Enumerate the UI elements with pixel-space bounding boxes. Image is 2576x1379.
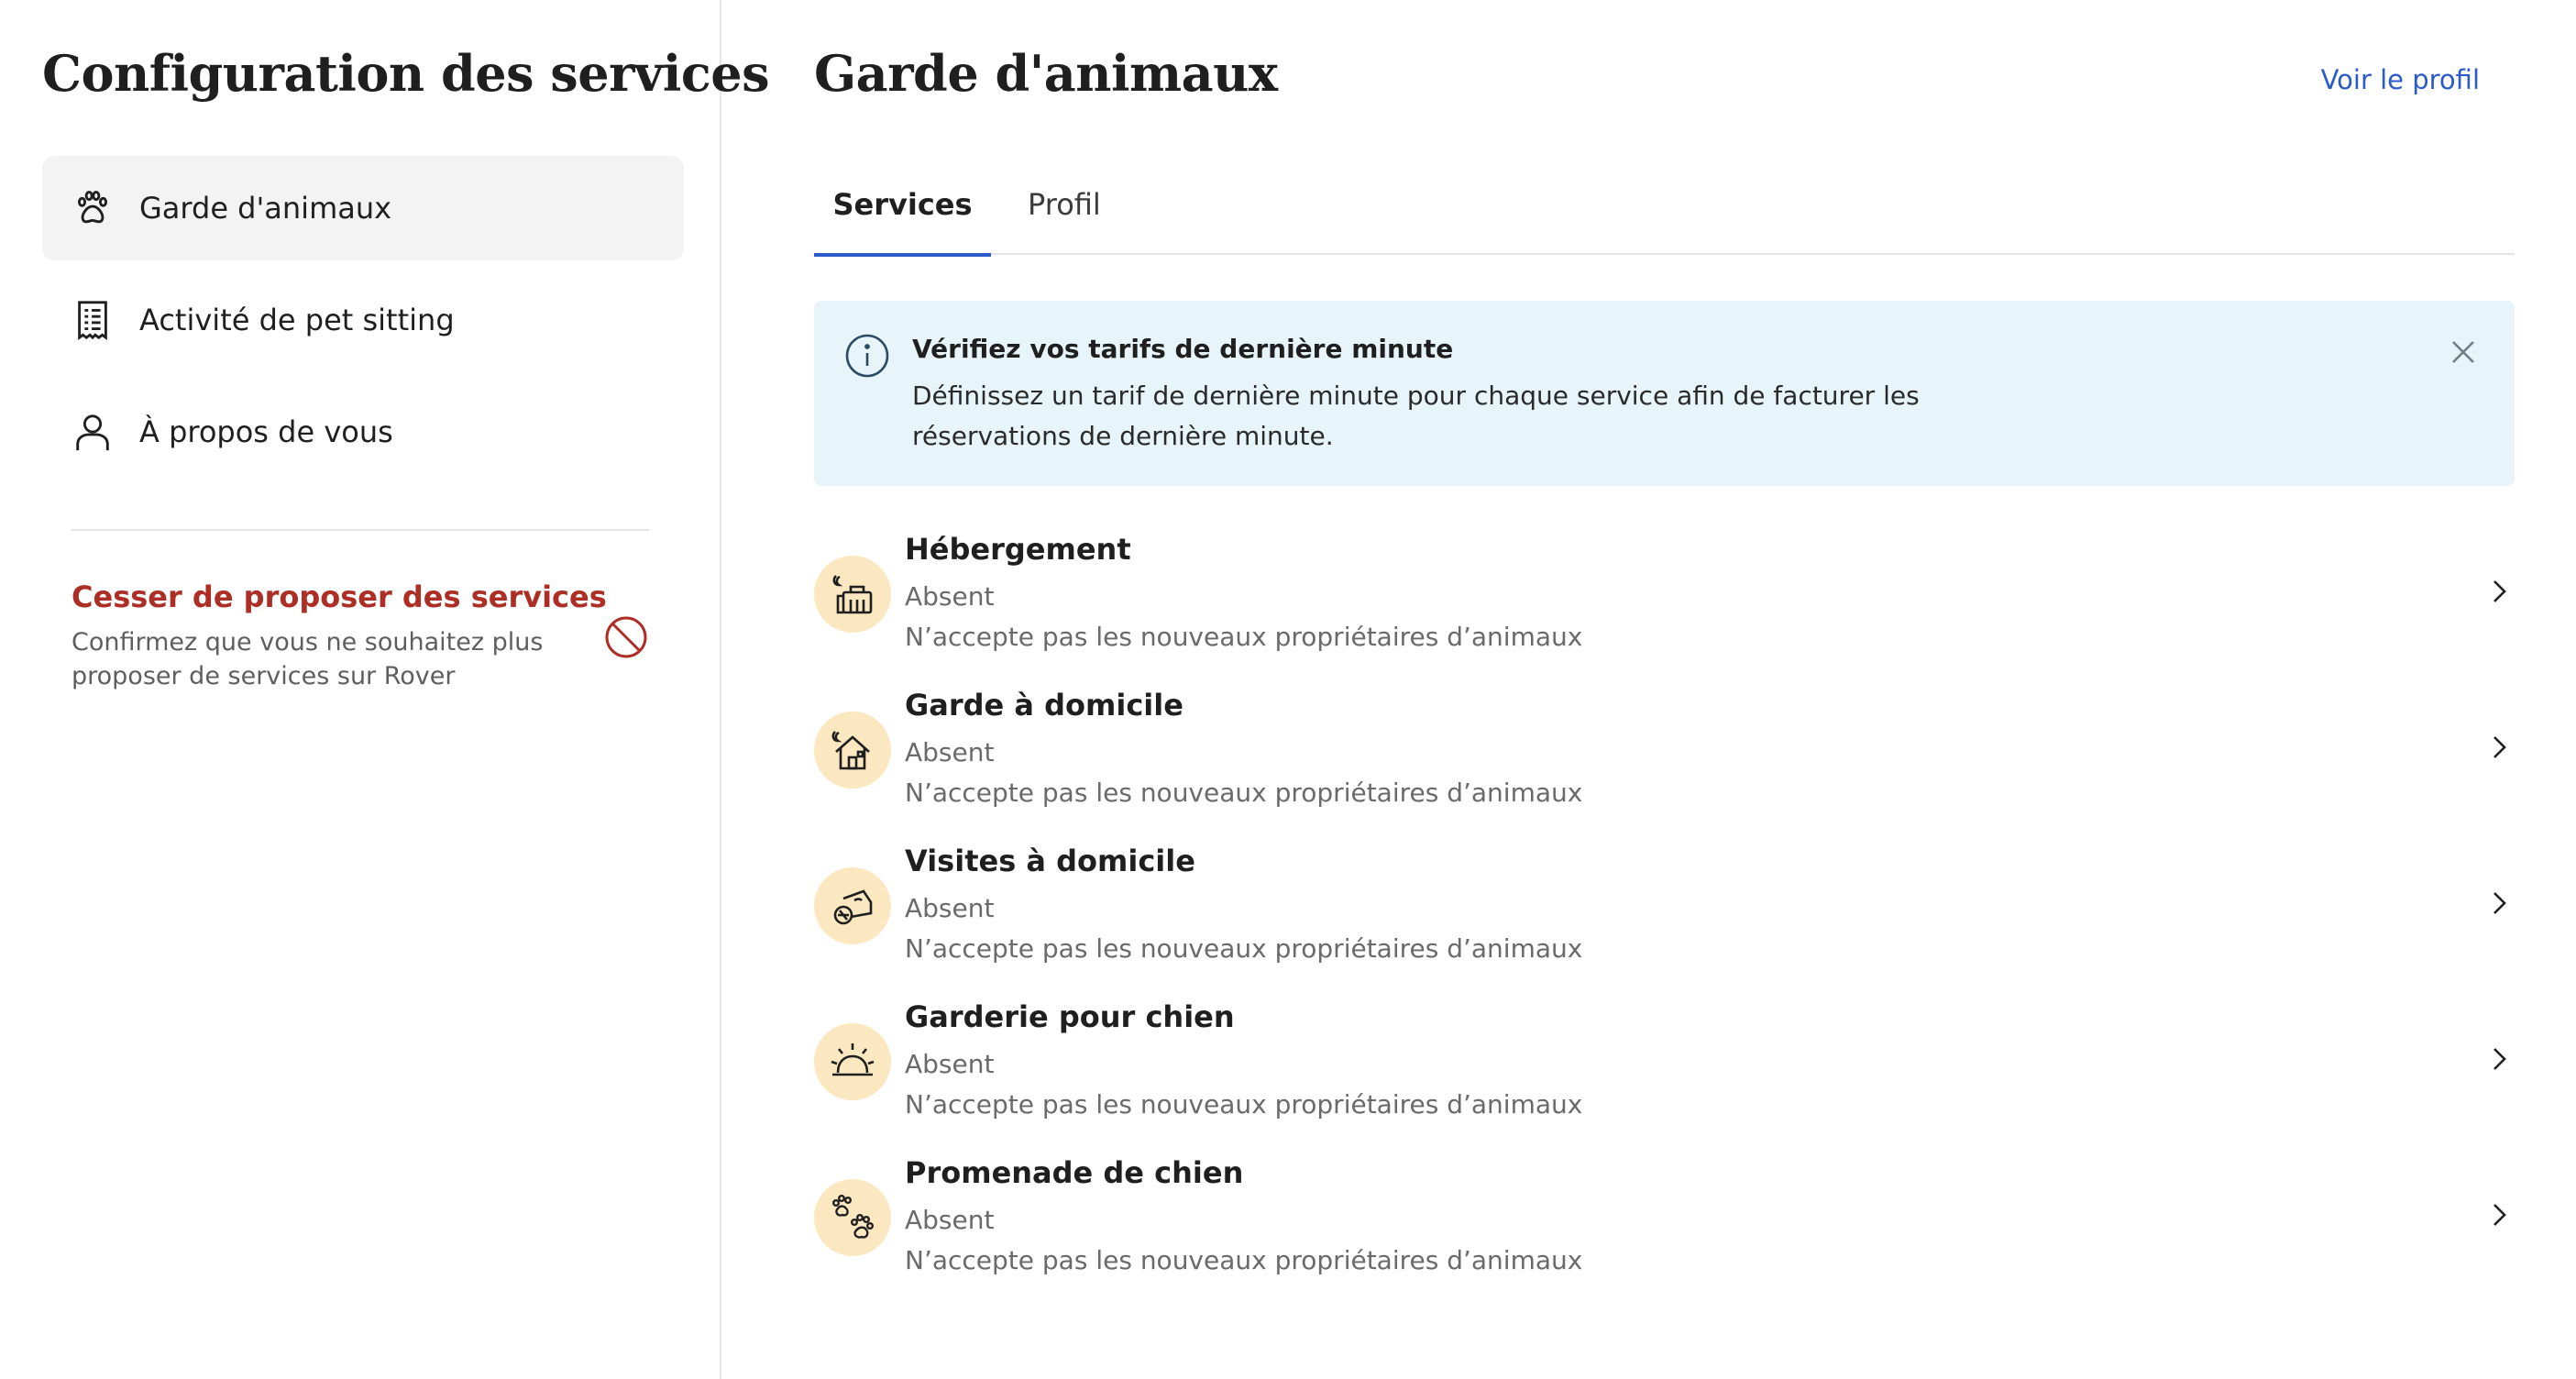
view-profile-link[interactable]: Voir le profil <box>2321 64 2480 95</box>
info-icon <box>843 332 891 380</box>
chevron-right-icon <box>2483 732 2515 763</box>
service-status: Absent <box>905 581 995 612</box>
info-banner: Vérifiez vos tarifs de dernière minute D… <box>814 301 2515 486</box>
dog-walking-icon <box>814 1179 891 1256</box>
prohibited-icon[interactable] <box>603 614 649 660</box>
service-status: Absent <box>905 1049 995 1079</box>
service-status: Absent <box>905 893 995 923</box>
stop-services-description: Confirmez que vous ne souhaitez plus pro… <box>72 628 544 690</box>
chevron-right-icon <box>2483 888 2515 919</box>
service-name: Garde à domicile <box>905 688 1183 723</box>
service-name: Visites à domicile <box>905 844 1195 878</box>
sidebar-item-a-propos[interactable]: À propos de vous <box>42 380 684 484</box>
paw-icon <box>72 187 114 229</box>
sidebar-title: Configuration des services <box>42 44 770 103</box>
doggy-day-care-icon <box>814 1023 891 1100</box>
sidebar-item-label: Garde d'animaux <box>139 191 392 226</box>
service-note: N’accepte pas les nouveaux propriétaires… <box>905 778 1583 808</box>
drop-in-visits-icon <box>814 867 891 944</box>
stop-services-section: Cesser de proposer des services Confirme… <box>72 579 658 693</box>
service-note: N’accepte pas les nouveaux propriétaires… <box>905 622 1583 652</box>
page-title: Garde d'animaux <box>814 44 1278 103</box>
service-status: Absent <box>905 1205 995 1235</box>
sidebar-item-label: Activité de pet sitting <box>139 303 455 337</box>
service-status: Absent <box>905 737 995 767</box>
close-icon[interactable] <box>2447 336 2480 369</box>
receipt-icon <box>72 299 114 341</box>
service-note: N’accepte pas les nouveaux propriétaires… <box>905 1089 1583 1120</box>
boarding-icon <box>814 556 891 633</box>
stop-services-link[interactable]: Cesser de proposer des services <box>72 579 658 614</box>
main-content: Garde d'animaux Voir le profil Services … <box>814 0 2515 1379</box>
sidebar-item-label: À propos de vous <box>139 414 393 449</box>
banner-title: Vérifiez vos tarifs de dernière minute <box>912 334 1454 364</box>
service-name: Promenade de chien <box>905 1155 1244 1190</box>
banner-text: Définissez un tarif de dernière minute p… <box>912 381 1920 451</box>
sidebar: Configuration des services Garde d'anima… <box>0 0 770 1379</box>
service-row-hebergement[interactable]: Hébergement Absent N’accepte pas les nou… <box>814 519 2515 675</box>
chevron-right-icon <box>2483 1043 2515 1075</box>
service-name: Hébergement <box>905 532 1131 567</box>
service-note: N’accepte pas les nouveaux propriétaires… <box>905 1245 1583 1275</box>
person-icon <box>72 411 114 453</box>
sidebar-item-activite[interactable]: Activité de pet sitting <box>42 268 684 372</box>
house-sitting-icon <box>814 712 891 789</box>
page: Configuration des services Garde d'anima… <box>0 0 2576 1379</box>
service-list: Hébergement Absent N’accepte pas les nou… <box>814 519 2515 1298</box>
tab-profil[interactable]: Profil <box>1028 187 1101 253</box>
chevron-right-icon <box>2483 1199 2515 1230</box>
sidebar-divider <box>72 529 649 531</box>
service-row-promenade-chien[interactable]: Promenade de chien Absent N’accepte pas … <box>814 1142 2515 1298</box>
service-row-garde-domicile[interactable]: Garde à domicile Absent N’accepte pas le… <box>814 675 2515 831</box>
sidebar-item-garde-animaux[interactable]: Garde d'animaux <box>42 156 684 260</box>
service-name: Garderie pour chien <box>905 999 1235 1034</box>
service-row-visites-domicile[interactable]: Visites à domicile Absent N’accepte pas … <box>814 831 2515 987</box>
tab-bar: Services Profil <box>814 172 2515 257</box>
chevron-right-icon <box>2483 576 2515 607</box>
service-note: N’accepte pas les nouveaux propriétaires… <box>905 933 1583 964</box>
tab-services[interactable]: Services <box>814 187 991 257</box>
service-row-garderie-chien[interactable]: Garderie pour chien Absent N’accepte pas… <box>814 987 2515 1142</box>
